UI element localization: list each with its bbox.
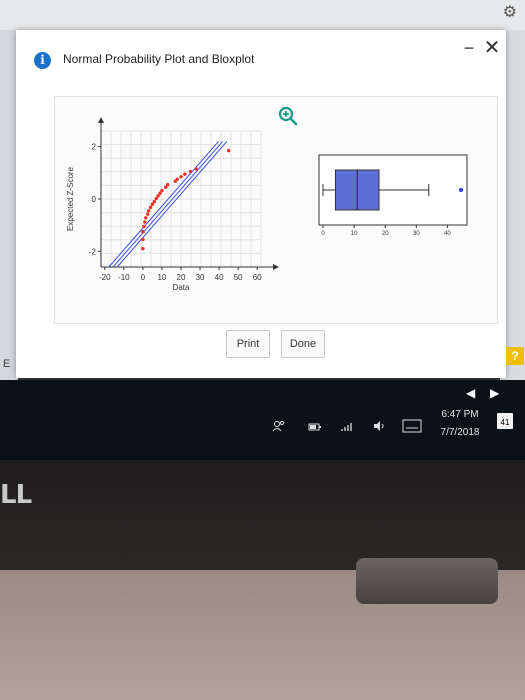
keyboard-icon[interactable] xyxy=(402,419,422,433)
x-tick-label: 40 xyxy=(215,273,224,282)
data-point xyxy=(165,182,170,187)
data-point xyxy=(143,220,147,224)
x-tick-label: -10 xyxy=(118,273,130,282)
x-tick-label: 20 xyxy=(177,273,186,282)
zoom-in-icon[interactable] xyxy=(278,106,298,126)
clock-time[interactable]: 6:47 PM xyxy=(438,409,482,420)
print-button[interactable]: Print xyxy=(226,330,270,358)
data-point xyxy=(226,148,231,153)
confidence-band-line xyxy=(116,141,228,268)
box-x-tick-label: 20 xyxy=(382,231,389,237)
data-point xyxy=(146,209,151,213)
data-point xyxy=(175,177,179,182)
box-x-tick-label: 40 xyxy=(444,231,451,237)
x-tick-label: -20 xyxy=(99,273,111,282)
people-icon[interactable] xyxy=(272,420,286,432)
plot-panel: -20 -10 0 10 20 30 40 50 60 -2 0 2 Data Expected Z-Sc… xyxy=(54,96,498,324)
data-point xyxy=(183,172,187,176)
x-axis-arrow xyxy=(273,264,279,270)
monitor-top-area xyxy=(0,0,525,30)
data-point xyxy=(141,237,145,242)
wifi-icon[interactable] xyxy=(340,420,354,432)
monitor-bezel xyxy=(0,460,525,570)
y-axis-label: Expected Z-Score xyxy=(66,166,75,231)
battery-icon[interactable] xyxy=(308,422,322,432)
previous-arrow-icon[interactable]: ◀ xyxy=(466,386,475,400)
notification-icon[interactable]: 41 xyxy=(497,413,513,429)
close-button[interactable]: ✕ xyxy=(482,38,502,58)
taskbar: ◀ ▶ 6:47 PM 7/7/2018 41 xyxy=(0,380,525,460)
plot-dialog: i Normal Probability Plot and Bloxplot −… xyxy=(16,30,506,378)
box-x-tick-label: 30 xyxy=(413,231,420,237)
fit-line xyxy=(112,141,224,268)
y-tick-label: 2 xyxy=(92,143,97,152)
help-button[interactable]: ? xyxy=(506,347,524,365)
data-point xyxy=(145,212,150,216)
box-x-tick-label: 0 xyxy=(321,231,325,237)
confidence-band-line xyxy=(108,141,219,268)
clock-date[interactable]: 7/7/2018 xyxy=(434,427,486,438)
x-axis-label: Data xyxy=(173,283,190,292)
background-letter: E xyxy=(3,358,11,370)
touchpad xyxy=(356,558,498,604)
dialog-header: i Normal Probability Plot and Bloxplot −… xyxy=(16,30,506,82)
x-tick-label: 0 xyxy=(141,273,146,282)
x-tick-label: 30 xyxy=(196,273,205,282)
normal-probability-plot: -20 -10 0 10 20 30 40 50 60-202DataExpected Z-Sc… xyxy=(66,117,279,292)
y-tick-label: 0 xyxy=(92,195,97,204)
data-point xyxy=(141,246,145,251)
data-point xyxy=(144,216,148,220)
x-tick-label: 60 xyxy=(253,273,262,282)
info-icon: i xyxy=(34,52,51,69)
x-tick-label: 10 xyxy=(157,273,166,282)
data-point xyxy=(152,199,157,204)
gear-icon[interactable]: ⚙ xyxy=(503,2,517,22)
box-x-tick-label: 10 xyxy=(351,231,358,237)
data-point xyxy=(188,169,193,174)
next-arrow-icon[interactable]: ▶ xyxy=(490,386,499,400)
volume-icon[interactable] xyxy=(372,420,386,432)
dialog-title: Normal Probability Plot and Bloxplot xyxy=(63,52,255,66)
data-point xyxy=(142,224,146,229)
data-point xyxy=(194,167,198,171)
y-axis-arrow xyxy=(98,117,104,123)
minimize-button[interactable]: − xyxy=(460,39,478,58)
done-button[interactable]: Done xyxy=(281,330,325,358)
data-point xyxy=(148,205,153,210)
brand-logo: LL xyxy=(0,480,32,510)
box-plot: 0 10 20 30 40 xyxy=(318,154,468,237)
data-point xyxy=(141,229,145,234)
data-point xyxy=(160,188,164,193)
x-tick-label: 50 xyxy=(234,273,243,282)
y-tick-label: -2 xyxy=(89,247,97,256)
data-point xyxy=(179,175,183,179)
outlier-point xyxy=(459,188,463,192)
